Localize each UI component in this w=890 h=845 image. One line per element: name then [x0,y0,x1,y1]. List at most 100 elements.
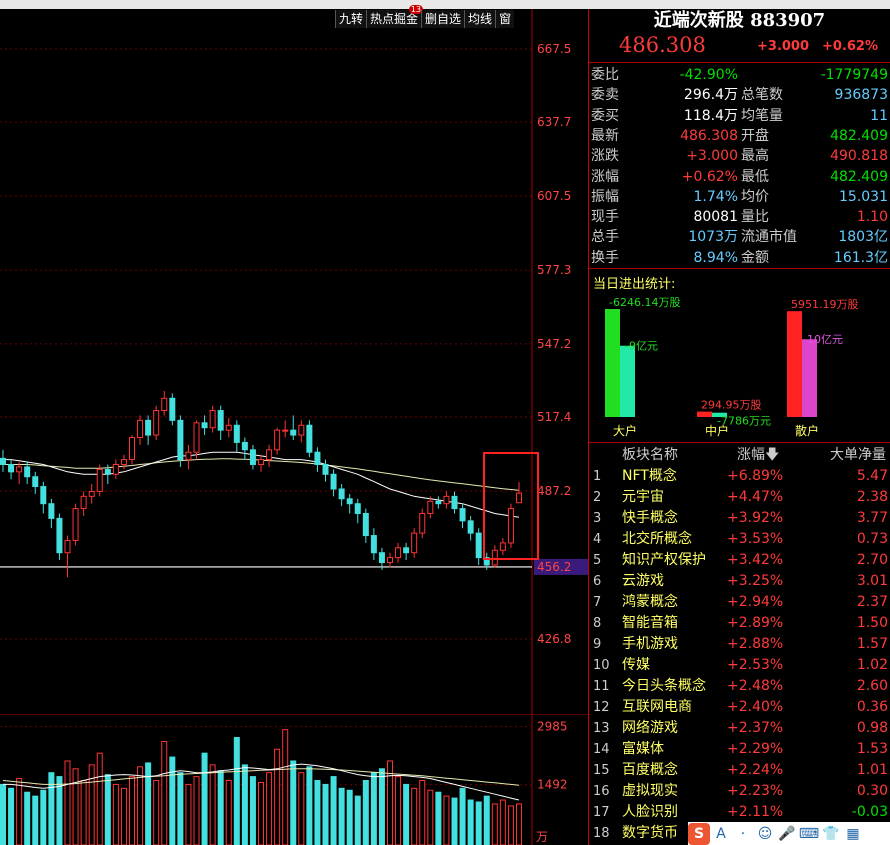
sector-row[interactable]: 10 传媒 +2.53% 1.02 [589,655,890,676]
ime-keyboard-icon[interactable]: ⌨ [798,823,820,845]
quote-label: 金额 [741,249,769,266]
sector-row[interactable]: 17 人脸识别 +2.11% -0.03 [589,802,890,823]
volume-bar [120,787,127,845]
sector-index: 9 [593,637,602,652]
candle-body [137,419,144,439]
sector-row[interactable]: 7 鸿蒙概念 +2.94% 2.37 [589,592,890,613]
volume-bar [483,795,490,845]
sector-change-pct: +3.25% [727,573,784,589]
candle-body [64,539,71,554]
sector-row[interactable]: 3 快手概念 +3.92% 3.77 [589,508,890,529]
sector-name: 数字货币 [622,825,678,841]
jiuzhuan-button[interactable]: 九转 [335,10,367,28]
hotspot-button[interactable]: 热点掘金 13 [366,5,424,28]
sector-header-net[interactable]: 大单净量 [830,445,886,465]
volume-chart[interactable]: 2985 1492 万 [0,714,588,845]
sector-header-name[interactable]: 板块名称 [622,445,678,465]
sector-change-pct: +2.94% [727,594,784,610]
sector-row[interactable]: 12 互联网电商 +2.40% 0.36 [589,697,890,718]
ime-punct-icon[interactable]: · [732,823,754,845]
candle-body [161,397,168,412]
candle-body [499,542,506,551]
sector-index: 3 [593,511,602,526]
sector-row[interactable]: 11 今日头条概念 +2.48% 2.60 [589,676,890,697]
volume-bar [48,772,55,845]
sector-row[interactable]: 13 网络游戏 +2.37% 0.98 [589,718,890,739]
ime-lang-icon[interactable]: A [710,823,732,845]
volume-bar [314,780,321,845]
sector-row[interactable]: 9 手机游戏 +2.88% 1.57 [589,634,890,655]
volume-bar [153,780,160,845]
ime-voice-icon[interactable]: 🎤 [776,823,798,845]
price-axis-label: 577.3 [537,263,571,277]
volume-bar [475,801,482,845]
sector-change-pct: +3.92% [727,510,784,526]
kline-chart[interactable]: 667.5 637.7 607.5 577.3 547.2 517.4 487.2 456.2… [0,9,588,714]
sector-net-volume: 0.73 [856,531,888,547]
kline-chart-area[interactable]: 667.5 637.7 607.5 577.3 547.2 517.4 487.2 456.2… [0,5,588,845]
sector-index: 13 [593,721,610,736]
sector-row[interactable]: 1 NFT概念 +6.89% 5.47 [589,466,890,487]
sector-row[interactable]: 2 元宇宙 +4.47% 2.38 [589,487,890,508]
quote-row: 总手 1073万 流通市值 1803亿 [589,227,890,247]
flow-volume-bar [605,309,620,417]
candle-body [112,463,119,475]
volume-bar [354,795,361,845]
delete-select-button[interactable]: 删自选 [421,10,465,28]
sector-name: 快手概念 [622,510,678,526]
sector-row[interactable]: 8 智能音箱 +2.89% 1.50 [589,613,890,634]
price-axis-label: 517.4 [537,410,571,424]
divider [589,442,890,443]
sector-row[interactable]: 15 百度概念 +2.24% 1.01 [589,760,890,781]
sector-name: 互联网电商 [622,699,692,715]
price-axis-label: 667.5 [537,42,571,56]
volume-bar [217,770,224,845]
sector-row[interactable]: 6 云游戏 +3.25% 3.01 [589,571,890,592]
candle-body [411,532,418,554]
ime-grid-icon[interactable]: ▦ [842,823,864,845]
candle-body [516,492,522,504]
volume-bar [370,772,377,845]
candle-body [330,473,337,490]
sector-row[interactable]: 4 北交所概念 +3.53% 0.73 [589,529,890,550]
candle-body [475,532,482,559]
volume-bar [96,752,103,845]
sector-change-pct: +2.89% [727,615,784,631]
ma-line-button[interactable]: 均线 [464,10,496,28]
sector-row[interactable]: 5 知识产权保护 +3.42% 2.70 [589,550,890,571]
volume-bar [516,803,522,845]
sector-index: 17 [593,805,610,820]
sector-index: 6 [593,574,602,589]
quote-row: 委卖 296.4万 总笔数 936873 [589,85,890,105]
quote-row: 委买 118.4万 均笔量 11 [589,106,890,126]
volume-bar [161,740,168,845]
sector-net-volume: 1.50 [856,615,888,631]
ime-emoji-icon[interactable]: ☺ [754,823,776,845]
quote-row: 涨跌 +3.000 最高 490.818 [589,146,890,166]
sector-name: 今日头条概念 [622,678,706,694]
candle-body [459,508,466,522]
quote-label: 现手 [591,209,619,226]
volume-bar [185,783,192,845]
candle-body [201,422,208,429]
flow-volume-bar [787,311,802,417]
sector-net-volume: 1.02 [856,657,888,673]
volume-bar [330,776,337,845]
ime-skin-icon[interactable]: 👕 [820,823,842,845]
sector-row[interactable]: 16 虚拟现实 +2.23% 0.30 [589,781,890,802]
quote-row: 委比 -42.90% -1779749 [589,65,890,85]
sector-row[interactable]: 14 富媒体 +2.29% 1.53 [589,739,890,760]
sector-index: 12 [593,700,610,715]
quote-row: 现手 80081 量比 1.10 [589,207,890,227]
candle-body [153,410,160,436]
sector-change-pct: +6.89% [727,468,784,484]
window-button[interactable]: 窗 [495,10,515,28]
volume-bar [507,805,514,845]
sector-header-pct[interactable]: 涨幅🡇 [737,445,779,465]
candle-body [338,488,345,500]
ime-logo-icon[interactable]: S [688,822,710,845]
hotspot-label: 热点掘金 [370,12,419,26]
volume-bar [72,768,79,845]
ime-toolbar[interactable]: S A · ☺ 🎤 ⌨ 👕 ▦ [688,822,890,845]
candle-body [378,552,385,564]
